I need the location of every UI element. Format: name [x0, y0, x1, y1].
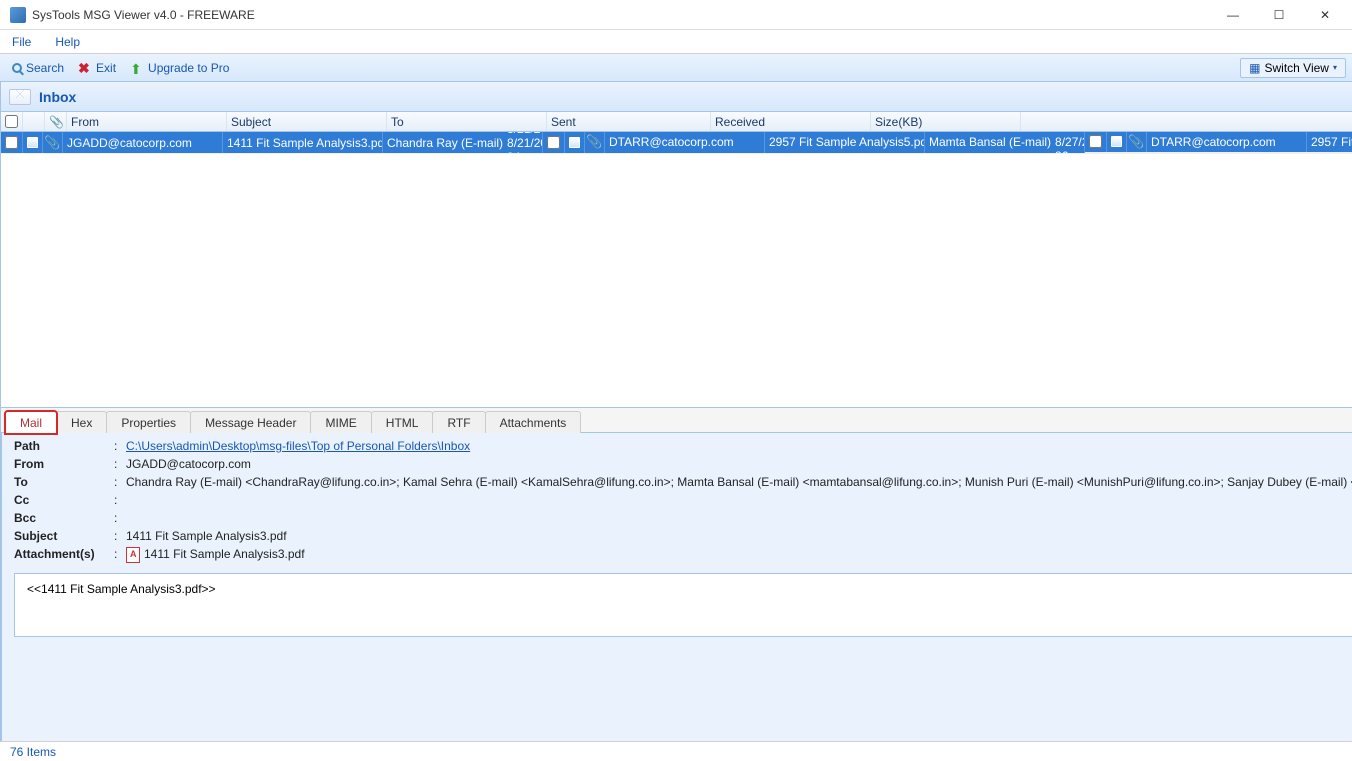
subject-value: 1411 Fit Sample Analysis3.pdf — [126, 529, 1352, 543]
search-icon — [12, 63, 22, 73]
tab-message-header[interactable]: Message Header — [190, 411, 311, 434]
col-attachment[interactable]: 📎 — [45, 112, 67, 131]
minimize-button[interactable]: — — [1210, 0, 1256, 30]
app-icon — [10, 7, 26, 23]
bcc-value — [126, 511, 1352, 525]
attachment-icon: 📎 — [43, 132, 63, 153]
grid-body[interactable]: 📎 JGADD@catocorp.com 1411 Fit Sample Ana… — [1, 132, 1352, 407]
envelope-icon — [23, 132, 43, 153]
path-label: Path — [14, 439, 114, 453]
col-to[interactable]: To — [387, 112, 547, 131]
cc-value — [126, 493, 1352, 507]
col-sent[interactable]: Sent — [547, 112, 711, 131]
row-subject: 2957 Fit Sample Analysis5.pdf — [1307, 132, 1352, 152]
row-checkbox[interactable] — [543, 132, 565, 153]
to-value: Chandra Ray (E-mail) <ChandraRay@lifung.… — [126, 475, 1352, 489]
statusbar: 76 Items — [0, 741, 1352, 761]
item-count: 76 Items — [10, 745, 56, 759]
attachment-icon: 📎 — [1127, 132, 1147, 152]
row-subject: 2957 Fit Sample Analysis5.pdf — [765, 132, 925, 153]
message-row[interactable]: 📎 DTARR@catocorp.com 2957 Fit Sample Ana… — [543, 132, 1352, 154]
col-from[interactable]: From — [67, 112, 227, 131]
search-button[interactable]: Search — [6, 59, 70, 77]
menu-file[interactable]: File — [12, 35, 31, 49]
message-grid: 📎 From Subject To Sent Received Size(KB)… — [1, 112, 1352, 407]
row-size: 94 — [503, 150, 543, 154]
bcc-label: Bcc — [14, 511, 114, 525]
row-subject: 1411 Fit Sample Analysis3.pdf — [223, 132, 383, 153]
col-subject[interactable]: Subject — [227, 112, 387, 131]
col-received[interactable]: Received — [711, 112, 871, 131]
window-title: SysTools MSG Viewer v4.0 - FREEWARE — [32, 8, 1210, 22]
menubar: File Help — [0, 30, 1352, 54]
path-link[interactable]: C:\Users\admin\Desktop\msg-files\Top of … — [126, 439, 470, 453]
tab-attachments[interactable]: Attachments — [485, 411, 582, 434]
message-row[interactable]: 📎 JGADD@catocorp.com 1411 Fit Sample Ana… — [1, 132, 1352, 154]
attachments-label: Attachment(s) — [14, 547, 114, 563]
upgrade-button[interactable]: ⬆Upgrade to Pro — [124, 59, 235, 77]
mail-body: <<1411 Fit Sample Analysis3.pdf>> ▲▼ — [14, 573, 1352, 637]
switch-view-icon: ▦ — [1249, 61, 1260, 75]
tab-html[interactable]: HTML — [371, 411, 434, 434]
message-row[interactable]: 📎 DTARR@catocorp.com 2957 Fit Sample Ana… — [1085, 132, 1352, 153]
close-button[interactable]: ✕ — [1302, 0, 1348, 30]
row-checkbox[interactable] — [1, 132, 23, 153]
tab-mime[interactable]: MIME — [310, 411, 371, 434]
col-envelope[interactable] — [23, 112, 45, 131]
col-size[interactable]: Size(KB) — [871, 112, 1021, 131]
envelope-icon — [565, 132, 585, 153]
row-from: DTARR@catocorp.com — [605, 132, 765, 153]
titlebar[interactable]: SysTools MSG Viewer v4.0 - FREEWARE — ☐ … — [0, 0, 1352, 30]
menu-help[interactable]: Help — [55, 35, 80, 49]
col-checkbox[interactable] — [1, 112, 23, 131]
to-label: To — [14, 475, 114, 489]
row-to: Mamta Bansal (E-mail) 8/27/2007 11:56:54… — [925, 132, 1085, 153]
attachment-icon: 📎 — [585, 132, 605, 153]
exit-icon: ✖ — [78, 61, 92, 75]
subject-label: Subject — [14, 529, 114, 543]
path-value: C:\Users\admin\Desktop\msg-files\Top of … — [126, 439, 1352, 453]
tab-hex[interactable]: Hex — [56, 411, 107, 434]
maximize-button[interactable]: ☐ — [1256, 0, 1302, 30]
attachments-value: 1411 Fit Sample Analysis3.pdf — [126, 547, 1352, 563]
row-from: JGADD@catocorp.com — [63, 132, 223, 153]
body-text: <<1411 Fit Sample Analysis3.pdf>> — [27, 582, 216, 596]
detail-tabs: Mail Hex Properties Message Header MIME … — [1, 407, 1352, 433]
row-checkbox[interactable] — [1085, 132, 1107, 152]
row-from: DTARR@catocorp.com — [1147, 132, 1307, 152]
exit-button[interactable]: ✖Exit — [72, 59, 122, 77]
inbox-header: Inbox — [1, 82, 1352, 112]
upgrade-icon: ⬆ — [130, 61, 144, 75]
from-label: From — [14, 457, 114, 471]
tab-rtf[interactable]: RTF — [432, 411, 485, 434]
row-size: 86 — [1051, 149, 1085, 153]
inbox-icon — [9, 89, 31, 105]
inbox-label: Inbox — [39, 89, 76, 105]
row-received: 8/21/2007 8:05:51 PM — [503, 136, 543, 150]
switch-view-button[interactable]: ▦Switch View▾ — [1240, 58, 1346, 78]
row-received: 8/27/2007 11:56:54 PM — [1051, 135, 1085, 149]
cc-label: Cc — [14, 493, 114, 507]
mail-detail-pane: Date Time : 8/21/2007 8:05:51 PM Path:C:… — [1, 433, 1352, 741]
from-value: JGADD@catocorp.com — [126, 457, 1352, 471]
tab-properties[interactable]: Properties — [106, 411, 191, 434]
tab-mail[interactable]: Mail — [5, 411, 57, 434]
pdf-icon — [126, 547, 140, 563]
grid-header[interactable]: 📎 From Subject To Sent Received Size(KB) — [1, 112, 1352, 132]
envelope-icon — [1107, 132, 1127, 152]
toolbar: Search ✖Exit ⬆Upgrade to Pro ▦Switch Vie… — [0, 54, 1352, 82]
chevron-down-icon: ▾ — [1333, 63, 1337, 72]
row-to: Chandra Ray (E-mail) 8/21/2007 8:05:51 P… — [383, 132, 543, 153]
